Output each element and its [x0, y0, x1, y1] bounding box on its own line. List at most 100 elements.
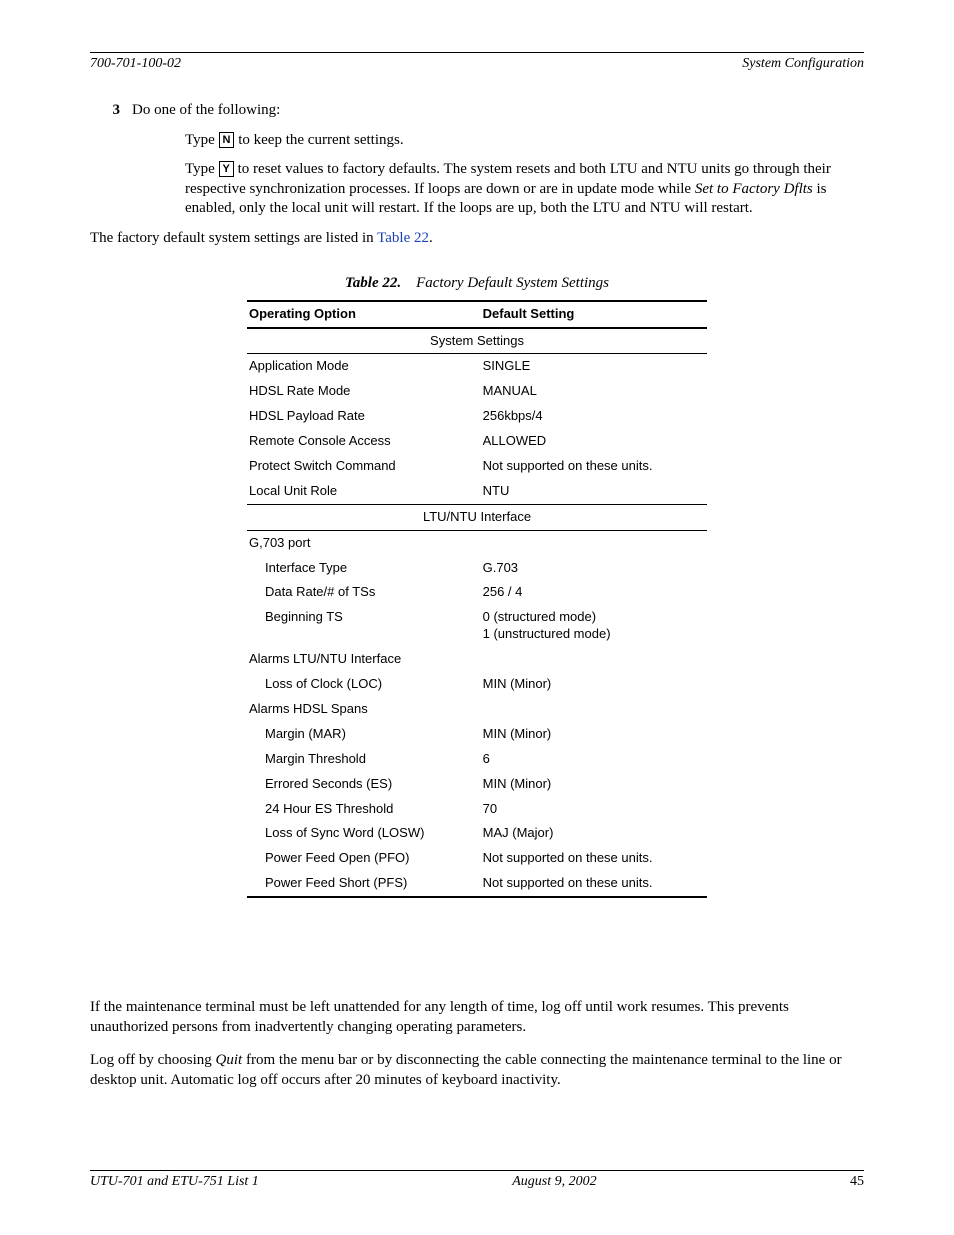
cell-val: G.703 — [481, 556, 707, 581]
cell-key: Remote Console Access — [247, 429, 481, 454]
cell-val: Not supported on these units. — [481, 871, 707, 897]
cell-key: Margin Threshold — [247, 747, 481, 772]
cell-key: Local Unit Role — [247, 479, 481, 504]
table-row: Loss of Sync Word (LOSW)MAJ (Major) — [247, 821, 707, 846]
cell-key: HDSL Payload Rate — [247, 404, 481, 429]
cell-val: MAJ (Major) — [481, 821, 707, 846]
step-intro: Do one of the following: — [132, 101, 864, 121]
table-row: Protect Switch CommandNot supported on t… — [247, 454, 707, 479]
cell-key: Power Feed Short (PFS) — [247, 871, 481, 897]
cell-key: Alarms LTU/NTU Interface — [247, 647, 481, 672]
cell-key: G,703 port — [247, 530, 481, 555]
page-number: 45 — [850, 1173, 864, 1191]
text: The factory default system settings are … — [90, 230, 377, 246]
table-row: Loss of Clock (LOC)MIN (Minor) — [247, 672, 707, 697]
table-header-row: Operating Option Default Setting — [247, 301, 707, 328]
cell-val: 256kbps/4 — [481, 404, 707, 429]
text: Type — [185, 161, 219, 177]
table-row: 24 Hour ES Threshold70 — [247, 797, 707, 822]
cell-key: HDSL Rate Mode — [247, 379, 481, 404]
cell-val: MIN (Minor) — [481, 722, 707, 747]
keycap-y: Y — [219, 161, 234, 177]
section-ltu-ntu-interface: LTU/NTU Interface — [247, 504, 707, 530]
cell-key: Interface Type — [247, 556, 481, 581]
cell-val: Not supported on these units. — [481, 846, 707, 871]
footer-rule — [90, 1170, 864, 1171]
table-row: Margin Threshold6 — [247, 747, 707, 772]
logoff-para-1: If the maintenance terminal must be left… — [90, 998, 864, 1037]
header-rule — [90, 52, 864, 53]
cell-val: MIN (Minor) — [481, 672, 707, 697]
text: Type — [185, 132, 219, 148]
cell-key: Data Rate/# of TSs — [247, 580, 481, 605]
cell-val: MANUAL — [481, 379, 707, 404]
italic-phrase: Set to Factory Dflts — [695, 181, 813, 197]
table-row: Alarms HDSL Spans — [247, 697, 707, 722]
cell-val: Not supported on these units. — [481, 454, 707, 479]
option-n: Type N to keep the current settings. — [185, 131, 864, 151]
table-row: Power Feed Open (PFO)Not supported on th… — [247, 846, 707, 871]
table-row: Errored Seconds (ES)MIN (Minor) — [247, 772, 707, 797]
cell-val — [481, 697, 707, 722]
table-row: HDSL Payload Rate256kbps/4 — [247, 404, 707, 429]
cell-key: Beginning TS — [247, 605, 481, 647]
option-y: Type Y to reset values to factory defaul… — [185, 160, 864, 219]
cell-key: Application Mode — [247, 354, 481, 379]
cell-val: MIN (Minor) — [481, 772, 707, 797]
table-row: Beginning TS0 (structured mode) 1 (unstr… — [247, 605, 707, 647]
col-operating-option: Operating Option — [247, 301, 481, 328]
cell-key: Errored Seconds (ES) — [247, 772, 481, 797]
italic-quit: Quit — [216, 1052, 243, 1068]
step-number: 3 — [90, 101, 132, 121]
header-right: System Configuration — [742, 55, 864, 73]
page: 700-701-100-02 System Configuration 3 Do… — [0, 0, 954, 1235]
running-footer: UTU-701 and ETU-751 List 1 August 9, 200… — [90, 1170, 864, 1191]
cell-val — [481, 530, 707, 555]
header-left: 700-701-100-02 — [90, 55, 181, 73]
cell-val: ALLOWED — [481, 429, 707, 454]
table-row: Interface TypeG.703 — [247, 556, 707, 581]
cell-val: SINGLE — [481, 354, 707, 379]
table-row: Margin (MAR)MIN (Minor) — [247, 722, 707, 747]
defaults-reference: The factory default system settings are … — [90, 229, 864, 249]
table-row: HDSL Rate ModeMANUAL — [247, 379, 707, 404]
table-22-link[interactable]: Table 22 — [377, 230, 429, 246]
table-row: Power Feed Short (PFS)Not supported on t… — [247, 871, 707, 897]
spacer — [90, 938, 864, 998]
table-22: Operating Option Default Setting System … — [247, 300, 707, 898]
text: . — [429, 230, 433, 246]
cell-key: Protect Switch Command — [247, 454, 481, 479]
footer-center: August 9, 2002 — [512, 1173, 596, 1191]
cell-key: Margin (MAR) — [247, 722, 481, 747]
running-header: 700-701-100-02 System Configuration — [90, 55, 864, 73]
text: Log off by choosing — [90, 1052, 216, 1068]
col-default-setting: Default Setting — [481, 301, 707, 328]
section-label: System Settings — [247, 328, 707, 354]
table-row: Application ModeSINGLE — [247, 354, 707, 379]
text: to keep the current settings. — [234, 132, 403, 148]
section-label: LTU/NTU Interface — [247, 504, 707, 530]
cell-val: 0 (structured mode) 1 (unstructured mode… — [481, 605, 707, 647]
cell-val: 70 — [481, 797, 707, 822]
cell-val: 6 — [481, 747, 707, 772]
cell-key: 24 Hour ES Threshold — [247, 797, 481, 822]
cell-val: 256 / 4 — [481, 580, 707, 605]
caption-text: Factory Default System Settings — [416, 275, 609, 291]
table-row: Alarms LTU/NTU Interface — [247, 647, 707, 672]
cell-key: Power Feed Open (PFO) — [247, 846, 481, 871]
table-row: Local Unit RoleNTU — [247, 479, 707, 504]
keycap-n: N — [219, 132, 235, 148]
table-row: Remote Console AccessALLOWED — [247, 429, 707, 454]
step-3: 3 Do one of the following: — [90, 101, 864, 121]
section-system-settings: System Settings — [247, 328, 707, 354]
footer-left: UTU-701 and ETU-751 List 1 — [90, 1173, 259, 1191]
cell-val — [481, 647, 707, 672]
table-row: G,703 port — [247, 530, 707, 555]
table-22-caption: Table 22. Factory Default System Setting… — [90, 274, 864, 294]
cell-key: Loss of Sync Word (LOSW) — [247, 821, 481, 846]
caption-label: Table 22. — [345, 275, 401, 291]
cell-key: Alarms HDSL Spans — [247, 697, 481, 722]
table-row: Data Rate/# of TSs256 / 4 — [247, 580, 707, 605]
cell-key: Loss of Clock (LOC) — [247, 672, 481, 697]
logoff-para-2: Log off by choosing Quit from the menu b… — [90, 1051, 864, 1090]
